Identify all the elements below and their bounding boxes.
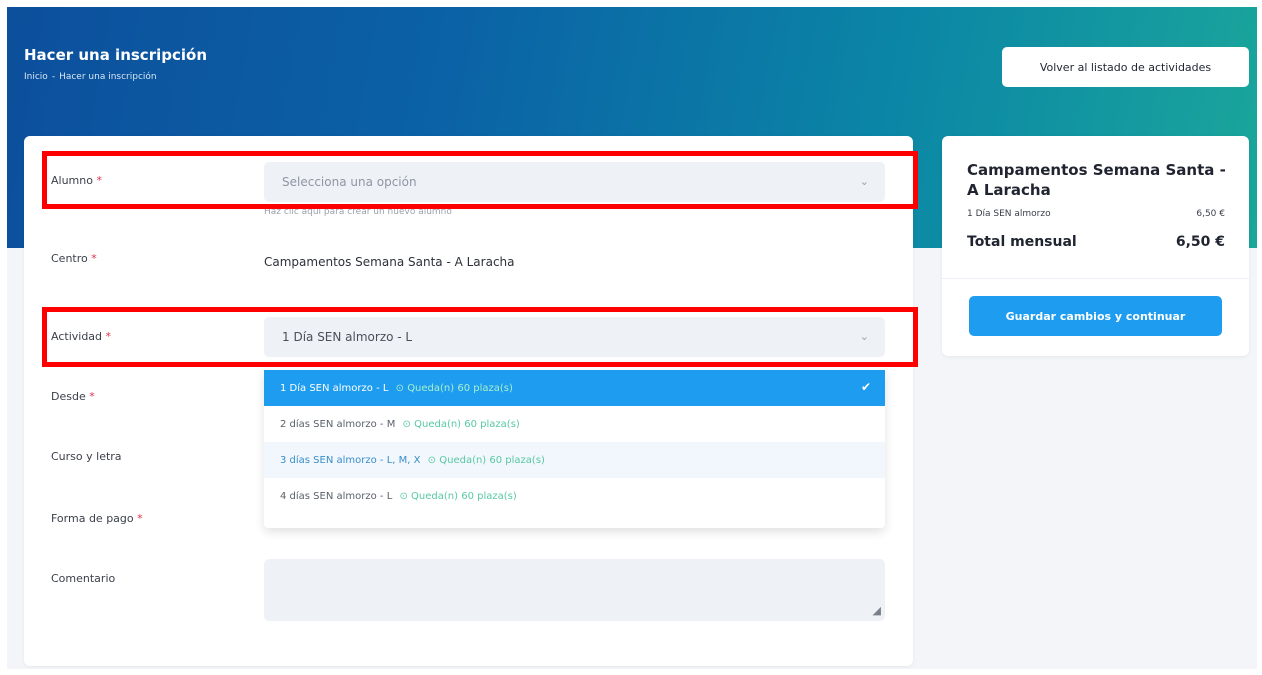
centro-label: Centro * bbox=[51, 252, 97, 265]
dropdown-option[interactable]: 4 días SEN almorzo - L ⊙ Queda(n) 60 pla… bbox=[264, 478, 885, 514]
order-summary-card: Campamentos Semana Santa - A Laracha 1 D… bbox=[942, 136, 1249, 356]
highlight-box-actividad bbox=[42, 307, 918, 367]
summary-line-item: 1 Día SEN almorzo 6,50 € bbox=[967, 209, 1225, 219]
summary-divider bbox=[942, 278, 1249, 279]
highlight-box-alumno bbox=[42, 151, 918, 209]
total-label: Total mensual bbox=[967, 234, 1077, 250]
actividad-dropdown: 1 Día SEN almorzo - L ⊙ Queda(n) 60 plaz… bbox=[264, 370, 885, 528]
breadcrumb-current: Hacer una inscripción bbox=[59, 72, 157, 82]
curso-label: Curso y letra bbox=[51, 450, 122, 463]
save-and-continue-button[interactable]: Guardar cambios y continuar bbox=[969, 296, 1222, 336]
comentario-textarea[interactable]: ◢ bbox=[264, 559, 885, 621]
dropdown-option[interactable]: 1 Día SEN almorzo - L ⊙ Queda(n) 60 plaz… bbox=[264, 370, 885, 406]
summary-title: Campamentos Semana Santa - A Laracha bbox=[967, 161, 1226, 199]
summary-total: Total mensual 6,50 € bbox=[967, 234, 1225, 250]
page-title: Hacer una inscripción bbox=[24, 46, 207, 64]
total-price: 6,50 € bbox=[1175, 234, 1225, 250]
centro-value: Campamentos Semana Santa - A Laracha bbox=[264, 255, 515, 269]
enrollment-form-card: Alumno * Selecciona una opción ⌄ Haz cli… bbox=[24, 136, 913, 666]
dropdown-option[interactable]: 3 días SEN almorzo - L, M, X ⊙ Queda(n) … bbox=[264, 442, 885, 478]
line-item-label: 1 Día SEN almorzo bbox=[967, 209, 1051, 219]
desde-label: Desde * bbox=[51, 390, 95, 403]
resize-handle-icon[interactable]: ◢ bbox=[873, 604, 881, 617]
breadcrumb: Inicio - Hacer una inscripción bbox=[24, 72, 157, 82]
forma-pago-label: Forma de pago * bbox=[51, 512, 143, 525]
back-to-activities-button[interactable]: Volver al listado de actividades bbox=[1002, 47, 1249, 87]
comentario-label: Comentario bbox=[51, 572, 116, 585]
dropdown-option[interactable]: 2 días SEN almorzo - M ⊙ Queda(n) 60 pla… bbox=[264, 406, 885, 442]
line-item-price: 6,50 € bbox=[1196, 209, 1225, 219]
check-icon: ✔ bbox=[860, 380, 871, 394]
breadcrumb-home-link[interactable]: Inicio bbox=[24, 72, 48, 82]
breadcrumb-separator: - bbox=[51, 72, 56, 82]
